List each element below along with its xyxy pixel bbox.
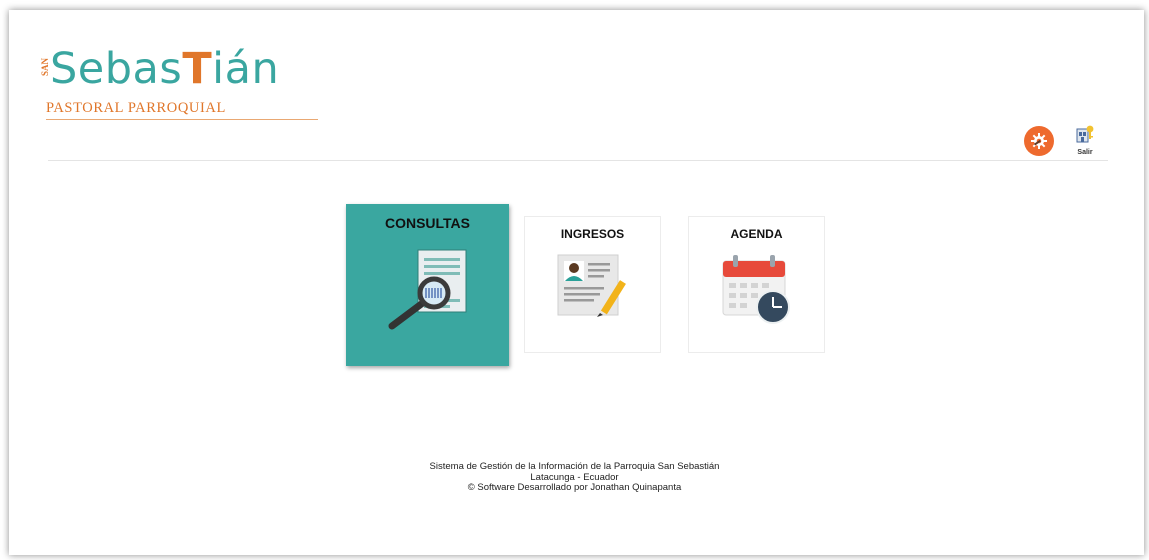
tile-consultas-title: CONSULTAS xyxy=(384,215,471,231)
footer-line-credits: © Software Desarrollado por Jonathan Qui… xyxy=(467,482,682,493)
calendar-clock-icon xyxy=(722,255,790,324)
tile-agenda[interactable]: AGENDA xyxy=(688,216,825,353)
tile-consultas[interactable]: CONSULTAS xyxy=(346,204,509,366)
exit-label: Salir xyxy=(1077,149,1093,156)
brand-logo[interactable]: SAN SebasTián PASTORAL PARROQUIAL xyxy=(40,44,318,128)
tile-agenda-title: AGENDA xyxy=(730,227,783,241)
tile-ingresos[interactable]: INGRESOS xyxy=(524,216,661,353)
exit-button[interactable]: Salir xyxy=(1070,124,1100,156)
footer-line-system: Sistema de Gestión de la Información de … xyxy=(429,461,720,472)
header-divider xyxy=(48,160,1108,161)
settings-button[interactable] xyxy=(1024,126,1054,156)
logo-underline xyxy=(46,119,318,120)
logo-side-text: SAN xyxy=(40,58,50,77)
tile-ingresos-title: INGRESOS xyxy=(560,227,625,241)
id-card-pencil-icon xyxy=(557,254,626,317)
footer: Sistema de Gestión de la Información de … xyxy=(0,461,1149,494)
exit-key-icon xyxy=(1076,125,1094,143)
gear-icon xyxy=(1031,133,1047,149)
document-search-icon xyxy=(388,249,467,330)
logo-wordmark: SebasTián xyxy=(50,44,280,94)
logo-subtitle: PASTORAL PARROQUIAL xyxy=(46,100,226,116)
